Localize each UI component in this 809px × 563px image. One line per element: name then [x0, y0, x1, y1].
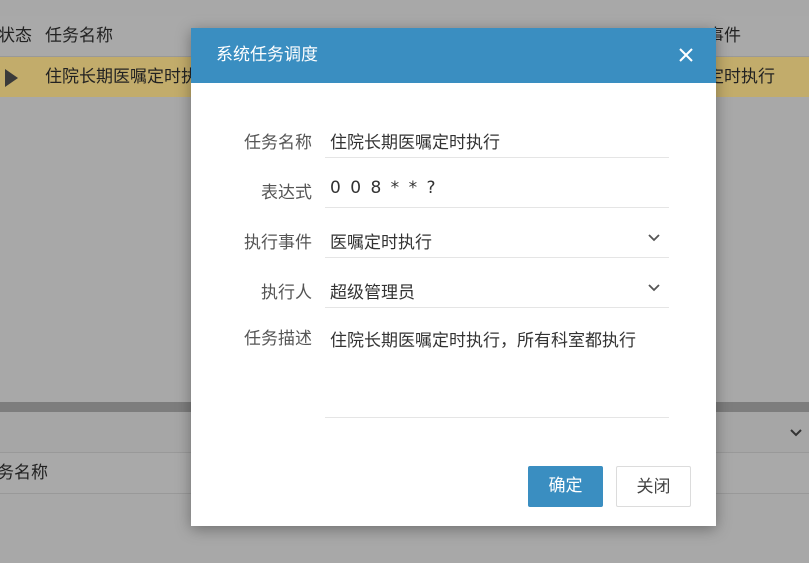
task-schedule-dialog: 系统任务调度 任务名称 住院长期医嘱定时执行 表达式 0 0 8 * * ? 执…: [191, 28, 716, 526]
dialog-title: 系统任务调度: [216, 45, 318, 65]
expression-value: 0 0 8 * * ?: [330, 178, 438, 198]
row-event: 定时执行: [707, 67, 775, 87]
chevron-down-icon[interactable]: [789, 426, 803, 440]
task-name-label: 任务名称: [244, 133, 312, 153]
row-task-name: 住院长期医嘱定时执: [45, 67, 198, 87]
event-label: 执行事件: [244, 233, 312, 253]
close-button[interactable]: 关闭: [616, 466, 691, 507]
executor-label: 执行人: [261, 283, 312, 303]
chevron-down-icon[interactable]: [647, 281, 661, 295]
column-header-status[interactable]: 状态: [0, 16, 32, 56]
task-name-input[interactable]: 住院长期医嘱定时执行: [325, 119, 669, 158]
description-textarea[interactable]: 住院长期医嘱定时执行，所有科室都执行: [325, 319, 669, 418]
play-icon: [5, 69, 18, 87]
task-name-value: 住院长期医嘱定时执行: [330, 133, 500, 153]
description-label: 任务描述: [244, 329, 312, 349]
executor-select[interactable]: 超级管理员: [325, 269, 669, 308]
dialog-header: 系统任务调度: [191, 28, 716, 83]
expression-input[interactable]: 0 0 8 * * ?: [325, 169, 669, 208]
confirm-button[interactable]: 确定: [528, 466, 603, 507]
lower-column-header-task-name[interactable]: 务名称: [0, 453, 48, 493]
expression-label: 表达式: [261, 183, 312, 203]
executor-value: 超级管理员: [330, 283, 415, 303]
description-value: 住院长期医嘱定时执行，所有科室都执行: [330, 331, 636, 351]
event-value: 医嘱定时执行: [330, 233, 432, 253]
column-header-task-name[interactable]: 任务名称: [45, 16, 113, 56]
close-icon[interactable]: [676, 45, 696, 65]
chevron-down-icon[interactable]: [647, 231, 661, 245]
event-select[interactable]: 医嘱定时执行: [325, 219, 669, 258]
